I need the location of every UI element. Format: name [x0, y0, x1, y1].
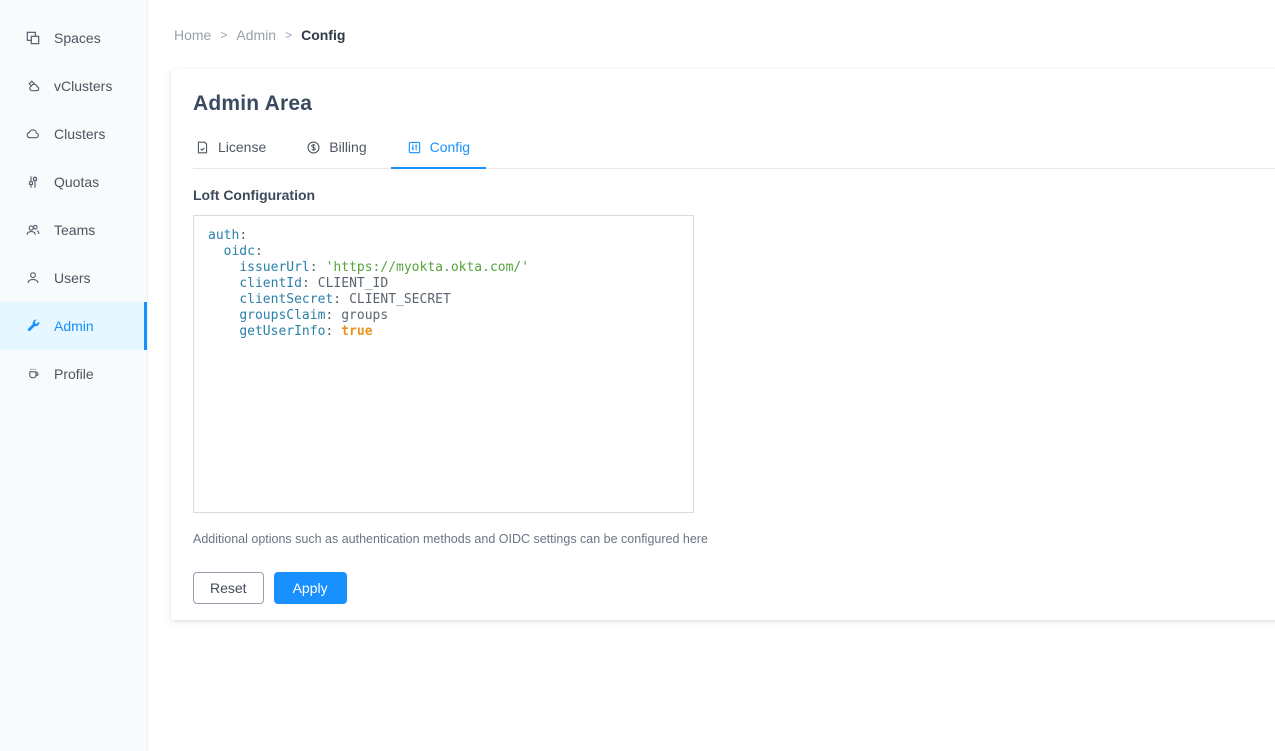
- teams-icon: [25, 222, 41, 238]
- users-icon: [25, 270, 41, 286]
- sidebar-item-vclusters[interactable]: vClusters: [0, 62, 147, 110]
- code-line: clientSecret:CLIENT_SECRET: [208, 292, 683, 308]
- tab-bar: License Billing: [193, 139, 1275, 169]
- admin-icon: [25, 318, 41, 334]
- sidebar-item-profile[interactable]: Profile: [0, 350, 147, 398]
- config-editor[interactable]: auth: oidc: issuerUrl:'https://myokta.ok…: [193, 215, 694, 513]
- tab-label: Config: [430, 139, 470, 155]
- vclusters-icon: [25, 78, 41, 94]
- breadcrumb-separator: >: [285, 28, 292, 42]
- code-line: getUserInfo:true: [208, 324, 683, 340]
- quotas-icon: [25, 174, 41, 190]
- admin-area-card: Admin Area License Bill: [171, 69, 1275, 620]
- section-title: Loft Configuration: [193, 187, 1275, 203]
- apply-button[interactable]: Apply: [274, 572, 347, 604]
- sidebar-item-teams[interactable]: Teams: [0, 206, 147, 254]
- reset-button[interactable]: Reset: [193, 572, 264, 604]
- sidebar-item-clusters[interactable]: Clusters: [0, 110, 147, 158]
- code-line: oidc:: [208, 244, 683, 260]
- editor-help-text: Additional options such as authenticatio…: [193, 531, 1275, 547]
- code-line: groupsClaim:groups: [208, 308, 683, 324]
- sidebar-item-label: Admin: [54, 318, 94, 334]
- sidebar-item-label: Profile: [54, 366, 94, 382]
- sidebar-item-label: vClusters: [54, 78, 112, 94]
- breadcrumb-config: Config: [301, 27, 345, 43]
- tab-config[interactable]: Config: [391, 139, 486, 169]
- sidebar-item-label: Users: [54, 270, 91, 286]
- sidebar-item-spaces[interactable]: Spaces: [0, 14, 147, 62]
- main-content: Home > Admin > Config Admin Area License: [148, 0, 1275, 751]
- sidebar-item-quotas[interactable]: Quotas: [0, 158, 147, 206]
- sidebar-item-admin[interactable]: Admin: [0, 302, 147, 350]
- profile-icon: [25, 366, 41, 382]
- config-icon: [407, 140, 422, 155]
- tab-label: License: [218, 139, 266, 155]
- code-line: clientId:CLIENT_ID: [208, 276, 683, 292]
- breadcrumb-admin[interactable]: Admin: [236, 27, 276, 43]
- tab-license[interactable]: License: [193, 139, 282, 169]
- clusters-icon: [25, 126, 41, 142]
- spaces-icon: [25, 30, 41, 46]
- license-icon: [195, 140, 210, 155]
- tab-billing[interactable]: Billing: [290, 139, 382, 169]
- breadcrumb-separator: >: [220, 28, 227, 42]
- sidebar-item-label: Teams: [54, 222, 95, 238]
- code-line: issuerUrl:'https://myokta.okta.com/': [208, 260, 683, 276]
- code-line: auth:: [208, 228, 683, 244]
- billing-icon: [306, 140, 321, 155]
- sidebar-item-label: Spaces: [54, 30, 101, 46]
- sidebar-item-label: Clusters: [54, 126, 105, 142]
- button-row: Reset Apply: [193, 572, 1275, 604]
- breadcrumb: Home > Admin > Config: [174, 27, 345, 43]
- sidebar: Spaces vClusters Clusters Quotas: [0, 0, 148, 751]
- page-title: Admin Area: [193, 91, 1275, 117]
- tab-label: Billing: [329, 139, 366, 155]
- breadcrumb-home[interactable]: Home: [174, 27, 211, 43]
- sidebar-item-users[interactable]: Users: [0, 254, 147, 302]
- sidebar-item-label: Quotas: [54, 174, 99, 190]
